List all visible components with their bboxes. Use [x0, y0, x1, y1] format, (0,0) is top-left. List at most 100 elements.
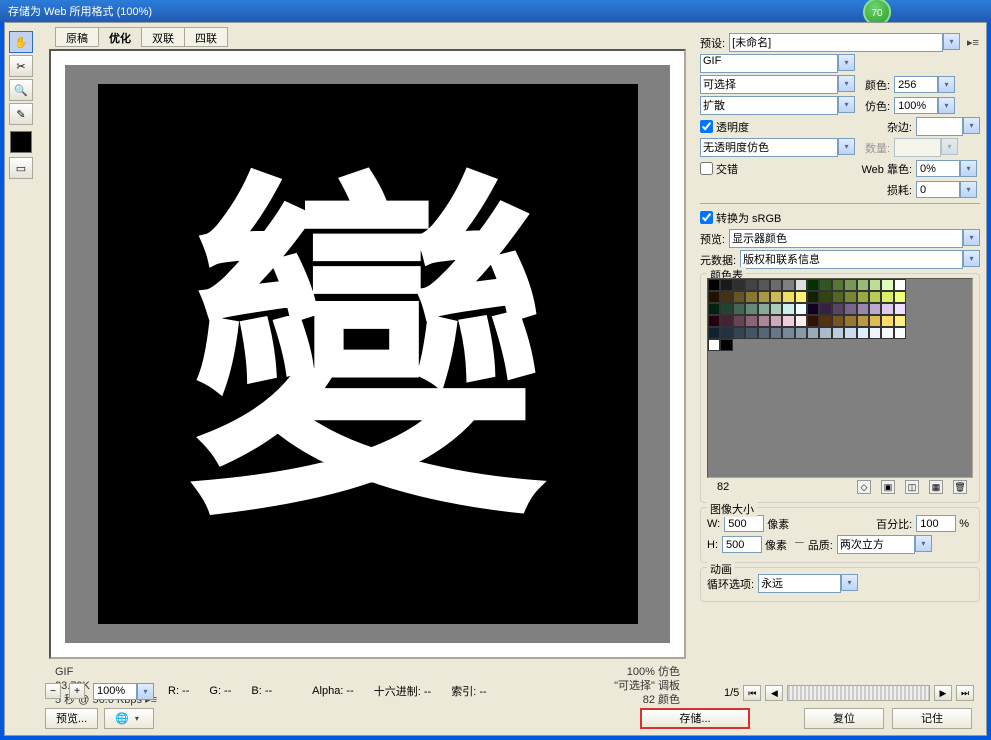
color-swatch-cell[interactable]	[869, 327, 881, 339]
color-swatch-cell[interactable]	[795, 291, 807, 303]
color-swatch-cell[interactable]	[869, 315, 881, 327]
color-swatch-cell[interactable]	[708, 279, 720, 291]
percent-input[interactable]	[916, 515, 956, 532]
color-swatch-cell[interactable]	[807, 291, 819, 303]
color-swatch-cell[interactable]	[733, 303, 745, 315]
color-swatch-cell[interactable]	[894, 279, 906, 291]
color-swatch-cell[interactable]	[708, 327, 720, 339]
color-swatch-cell[interactable]	[795, 303, 807, 315]
color-swatch-cell[interactable]	[708, 303, 720, 315]
color-swatch-cell[interactable]	[844, 315, 856, 327]
toggle-slices[interactable]: ▭	[9, 157, 33, 179]
color-swatch-cell[interactable]	[894, 327, 906, 339]
slice-tool[interactable]: ✂	[9, 55, 33, 77]
dither-select[interactable]: 扩散 ▾	[700, 96, 855, 115]
color-swatch-cell[interactable]	[857, 315, 869, 327]
color-swatch-cell[interactable]	[881, 315, 893, 327]
shift-web-icon[interactable]: ▣	[881, 480, 895, 494]
color-swatch-cell[interactable]	[819, 327, 831, 339]
color-swatch-cell[interactable]	[857, 291, 869, 303]
color-swatch-cell[interactable]	[745, 291, 757, 303]
color-swatch-cell[interactable]	[745, 303, 757, 315]
transparency-checkbox[interactable]	[700, 120, 713, 133]
map-trans-icon[interactable]: ◫	[905, 480, 919, 494]
color-swatch-cell[interactable]	[758, 315, 770, 327]
quality-select[interactable]: 两次立方 ▾	[837, 535, 932, 554]
last-frame-button[interactable]: ⏭	[956, 685, 974, 701]
color-swatch-cell[interactable]	[782, 315, 794, 327]
color-swatch-cell[interactable]	[844, 327, 856, 339]
color-swatch-cell[interactable]	[782, 279, 794, 291]
color-swatch-cell[interactable]	[745, 315, 757, 327]
color-swatch-cell[interactable]	[782, 291, 794, 303]
color-swatch-cell[interactable]	[894, 303, 906, 315]
reset-button[interactable]: 复位	[804, 708, 884, 729]
zoom-tool[interactable]: 🔍	[9, 79, 33, 101]
tab-optimized[interactable]: 优化	[98, 27, 142, 47]
reduction-select[interactable]: 可选择 ▾	[700, 75, 855, 94]
color-swatch-cell[interactable]	[832, 327, 844, 339]
zoom-select[interactable]: ▾	[93, 683, 154, 700]
save-button[interactable]: 存储...	[640, 708, 750, 729]
notrans-select[interactable]: 无透明度仿色 ▾	[700, 138, 855, 157]
first-frame-button[interactable]: ⏮	[743, 685, 761, 701]
matte-select[interactable]: ▾	[916, 117, 980, 136]
color-swatch-cell[interactable]	[819, 279, 831, 291]
color-swatch-cell[interactable]	[733, 279, 745, 291]
color-swatch-cell[interactable]	[720, 315, 732, 327]
lock-color-icon[interactable]: ◇	[857, 480, 871, 494]
canvas-inner[interactable]: 變	[65, 65, 670, 643]
zoom-out-button[interactable]: −	[45, 683, 61, 699]
interlace-checkbox[interactable]	[700, 162, 713, 175]
color-swatch-cell[interactable]	[807, 279, 819, 291]
color-swatch-cell[interactable]	[832, 303, 844, 315]
color-swatch-cell[interactable]	[795, 279, 807, 291]
color-swatch-cell[interactable]	[881, 279, 893, 291]
color-swatch-cell[interactable]	[832, 291, 844, 303]
hand-tool[interactable]: ✋	[9, 31, 33, 53]
new-color-icon[interactable]: ▦	[929, 480, 943, 494]
color-swatch-cell[interactable]	[795, 327, 807, 339]
color-swatch-cell[interactable]	[770, 315, 782, 327]
color-swatch-cell[interactable]	[881, 291, 893, 303]
color-swatch-cell[interactable]	[782, 327, 794, 339]
color-swatch-cell[interactable]	[857, 279, 869, 291]
preset-flyout-icon[interactable]: ▸≡	[966, 36, 980, 49]
preview-button[interactable]: 预览...	[45, 708, 98, 729]
color-swatch-cell[interactable]	[770, 279, 782, 291]
color-swatch-cell[interactable]	[881, 327, 893, 339]
zoom-value[interactable]	[93, 683, 137, 700]
color-swatch-cell[interactable]	[894, 315, 906, 327]
dither-amt-select[interactable]: ▾	[894, 97, 958, 114]
color-swatch-cell[interactable]	[807, 303, 819, 315]
link-icon[interactable]: 𝄖	[795, 538, 804, 551]
color-swatch-cell[interactable]	[844, 279, 856, 291]
width-input[interactable]	[724, 515, 764, 532]
color-swatch-cell[interactable]	[795, 315, 807, 327]
color-swatch-cell[interactable]	[745, 279, 757, 291]
color-swatch-cell[interactable]	[869, 291, 881, 303]
zoom-in-button[interactable]: +	[69, 683, 85, 699]
color-swatch-cell[interactable]	[819, 315, 831, 327]
colors-select[interactable]: ▾	[894, 76, 958, 93]
color-swatch-cell[interactable]	[708, 291, 720, 303]
color-swatch-cell[interactable]	[770, 327, 782, 339]
color-swatch-cell[interactable]	[720, 279, 732, 291]
color-swatch-cell[interactable]	[819, 291, 831, 303]
color-swatch-cell[interactable]	[770, 303, 782, 315]
color-swatch-cell[interactable]	[844, 291, 856, 303]
height-input[interactable]	[722, 536, 762, 553]
color-swatch-cell[interactable]	[770, 291, 782, 303]
color-swatch-cell[interactable]	[807, 315, 819, 327]
color-swatch-cell[interactable]	[745, 327, 757, 339]
color-swatch-cell[interactable]	[758, 303, 770, 315]
srgb-checkbox[interactable]	[700, 211, 713, 224]
color-swatch-cell[interactable]	[782, 303, 794, 315]
color-swatch-cell[interactable]	[708, 315, 720, 327]
tab-four-up[interactable]: 四联	[184, 27, 228, 47]
color-swatch-cell[interactable]	[869, 303, 881, 315]
color-swatch-cell[interactable]	[807, 327, 819, 339]
remember-button[interactable]: 记住	[892, 708, 972, 729]
color-swatch-cell[interactable]	[881, 303, 893, 315]
color-swatch-cell[interactable]	[708, 339, 720, 351]
